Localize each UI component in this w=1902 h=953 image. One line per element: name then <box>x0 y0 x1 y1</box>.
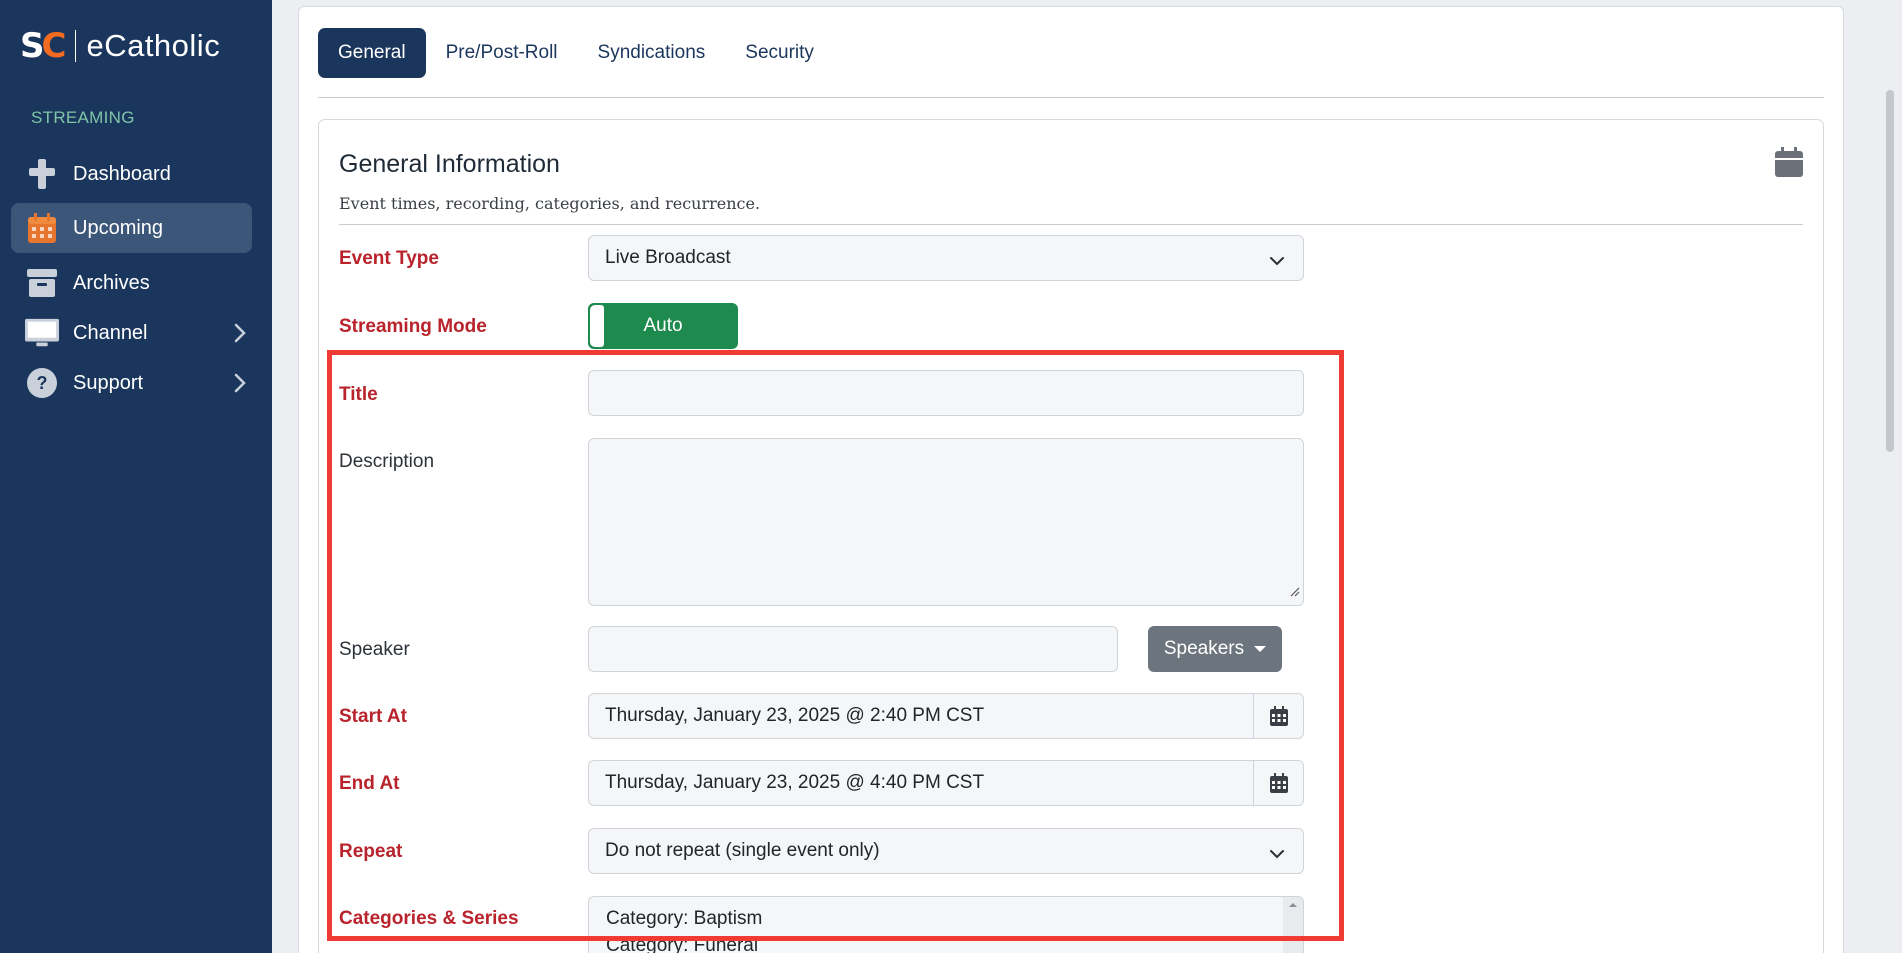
sidebar-heading: STREAMING <box>31 108 135 127</box>
streaming-mode-toggle[interactable]: Auto <box>588 303 738 349</box>
event-type-label: Event Type <box>339 248 439 269</box>
sidebar-item-label: Upcoming <box>73 216 164 239</box>
sidebar-item-dashboard[interactable]: Dashboard <box>11 149 252 199</box>
calendar-icon[interactable] <box>1253 694 1303 738</box>
section-divider <box>339 224 1803 225</box>
list-item[interactable]: Category: Funeral <box>589 932 1303 953</box>
start-at-input[interactable]: Thursday, January 23, 2025 @ 2:40 PM CST <box>588 693 1304 739</box>
chevron-down-icon <box>1269 251 1285 273</box>
tabs-divider <box>318 97 1824 98</box>
calendar-icon <box>1775 147 1803 182</box>
sidebar-item-support[interactable]: ? Support <box>11 358 252 408</box>
tab-pre-post-roll[interactable]: Pre/Post-Roll <box>426 28 578 78</box>
calendar-icon <box>25 211 59 245</box>
sidebar-item-label: Support <box>73 371 144 394</box>
repeat-label: Repeat <box>339 841 403 862</box>
svg-text:?: ? <box>37 373 48 393</box>
speakers-dropdown-button[interactable]: Speakers <box>1148 626 1282 672</box>
sidebar-item-label: Archives <box>73 271 150 294</box>
brand-logo[interactable]: SC eCatholic <box>20 26 220 66</box>
chevron-right-icon <box>234 323 246 349</box>
speaker-input[interactable] <box>588 626 1118 672</box>
chevron-right-icon <box>234 373 246 399</box>
sidebar-item-archives[interactable]: Archives <box>11 258 252 308</box>
categories-series-label: Categories & Series <box>339 908 519 929</box>
categories-series-listbox[interactable]: Category: Baptism Category: Funeral <box>588 896 1304 953</box>
monitor-icon <box>25 316 59 350</box>
event-type-select[interactable]: Live Broadcast <box>588 235 1304 281</box>
tab-bar: General Pre/Post-Roll Syndications Secur… <box>318 28 834 78</box>
tab-syndications[interactable]: Syndications <box>578 28 726 78</box>
description-textarea[interactable] <box>588 438 1304 606</box>
end-at-label: End At <box>339 773 400 794</box>
section-subtitle: Event times, recording, categories, and … <box>339 194 761 213</box>
end-at-value: Thursday, January 23, 2025 @ 4:40 PM CST <box>605 772 985 793</box>
sidebar-item-label: Dashboard <box>73 162 171 185</box>
chevron-down-icon <box>1269 844 1285 866</box>
event-type-value: Live Broadcast <box>605 247 731 268</box>
end-at-input[interactable]: Thursday, January 23, 2025 @ 4:40 PM CST <box>588 760 1304 806</box>
start-at-value: Thursday, January 23, 2025 @ 2:40 PM CST <box>605 705 985 726</box>
brand-divider <box>75 30 77 62</box>
speaker-label: Speaker <box>339 639 410 660</box>
start-at-label: Start At <box>339 706 407 727</box>
streaming-mode-label: Streaming Mode <box>339 316 487 337</box>
logo-mark: SC <box>20 26 66 66</box>
description-label: Description <box>339 451 435 472</box>
sidebar-item-upcoming[interactable]: Upcoming <box>11 203 252 253</box>
tab-general[interactable]: General <box>318 28 426 78</box>
question-icon: ? <box>25 366 59 400</box>
repeat-value: Do not repeat (single event only) <box>605 840 880 861</box>
plus-icon <box>25 157 59 191</box>
calendar-icon[interactable] <box>1253 761 1303 805</box>
sidebar: SC eCatholic STREAMING Dashboard Upcomin… <box>0 0 272 953</box>
page-scrollbar[interactable] <box>1886 90 1894 452</box>
title-label: Title <box>339 384 378 405</box>
list-item[interactable]: Category: Baptism <box>589 905 1303 932</box>
tab-security[interactable]: Security <box>725 28 834 78</box>
repeat-select[interactable]: Do not repeat (single event only) <box>588 828 1304 874</box>
title-input[interactable] <box>588 370 1304 416</box>
section-title: General Information <box>339 150 560 178</box>
toggle-knob <box>590 305 604 347</box>
resize-handle-icon[interactable] <box>1290 584 1300 602</box>
archive-box-icon <box>25 266 59 300</box>
sidebar-item-channel[interactable]: Channel <box>11 308 252 358</box>
listbox-scrollbar[interactable] <box>1283 897 1303 953</box>
speakers-button-label: Speakers <box>1163 638 1245 659</box>
streaming-mode-value: Auto <box>643 315 683 336</box>
sidebar-item-label: Channel <box>73 321 148 344</box>
caret-down-icon <box>1254 646 1267 652</box>
brand-name: eCatholic <box>86 28 221 63</box>
